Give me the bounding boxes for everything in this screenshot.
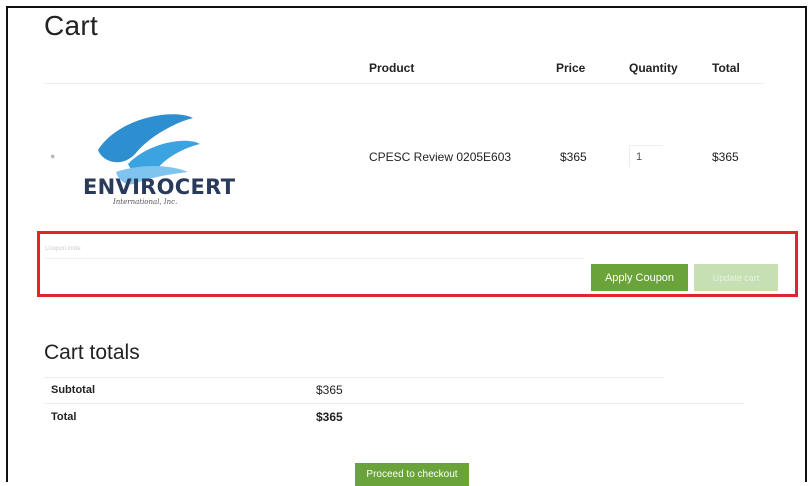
remove-dot-icon[interactable]: ● [50, 151, 55, 161]
total-value: $365 [316, 410, 343, 424]
product-total: $365 [712, 150, 739, 164]
quantity-input[interactable] [629, 145, 663, 167]
header-price: Price [556, 61, 586, 75]
totals-top-divider [44, 377, 664, 378]
page-title: Cart [44, 10, 99, 41]
header-product: Product [369, 61, 415, 75]
update-cart-button[interactable]: Update cart [694, 264, 778, 291]
cart-totals-title: Cart totals [44, 341, 140, 364]
header-total: Total [712, 61, 740, 75]
header-quantity: Quantity [629, 61, 678, 75]
product-link[interactable]: CPESC Review 0205E603 [369, 150, 511, 164]
subtotal-label: Subtotal [51, 384, 95, 396]
proceed-to-checkout-button[interactable]: Proceed to checkout [355, 463, 469, 486]
totals-mid-divider [44, 403, 744, 404]
total-label: Total [51, 411, 77, 423]
subtotal-value: $365 [316, 383, 343, 397]
apply-coupon-button[interactable]: Apply Coupon [591, 264, 688, 291]
coupon-input[interactable] [45, 240, 585, 259]
product-price: $365 [560, 150, 587, 164]
header-divider [44, 83, 764, 84]
logo-sub-text: International, Inc. [113, 198, 178, 206]
logo-brand-text: ENVIROCERT [83, 175, 236, 199]
